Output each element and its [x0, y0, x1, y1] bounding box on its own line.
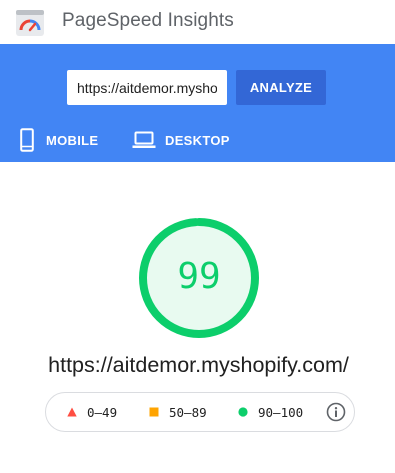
- legend-label-fail: 0–49: [87, 404, 118, 420]
- legend-item-fail: 0–49: [67, 393, 117, 431]
- tab-desktop-label: DESKTOP: [165, 132, 230, 148]
- legend-item-average: 50–89: [149, 393, 207, 431]
- analyze-button[interactable]: ANALYZE: [236, 70, 326, 105]
- triangle-icon: [67, 407, 77, 417]
- tested-url: https://aitdemor.myshopify.com/: [48, 353, 349, 377]
- performance-score: 99: [177, 256, 221, 297]
- analysis-header: ANALYZE MOBILE DESKTOP: [0, 44, 395, 162]
- score-legend: 0–49 50–89 90–100: [45, 392, 355, 432]
- legend-label-average: 50–89: [169, 404, 207, 420]
- top-bar: PageSpeed Insights: [0, 0, 395, 44]
- url-input[interactable]: [67, 70, 227, 105]
- app-title: PageSpeed Insights: [62, 10, 234, 31]
- circle-icon: [238, 407, 248, 417]
- tab-mobile[interactable]: MOBILE: [20, 128, 98, 152]
- smartphone-icon: [20, 128, 34, 152]
- legend-item-pass: 90–100: [238, 393, 303, 431]
- legend-label-pass: 90–100: [258, 404, 304, 420]
- pagespeed-logo-icon[interactable]: [16, 10, 44, 36]
- tab-mobile-label: MOBILE: [46, 132, 99, 148]
- laptop-icon: [132, 131, 156, 148]
- tab-desktop[interactable]: DESKTOP: [132, 128, 230, 152]
- square-icon: [149, 407, 159, 417]
- info-icon[interactable]: [326, 402, 346, 422]
